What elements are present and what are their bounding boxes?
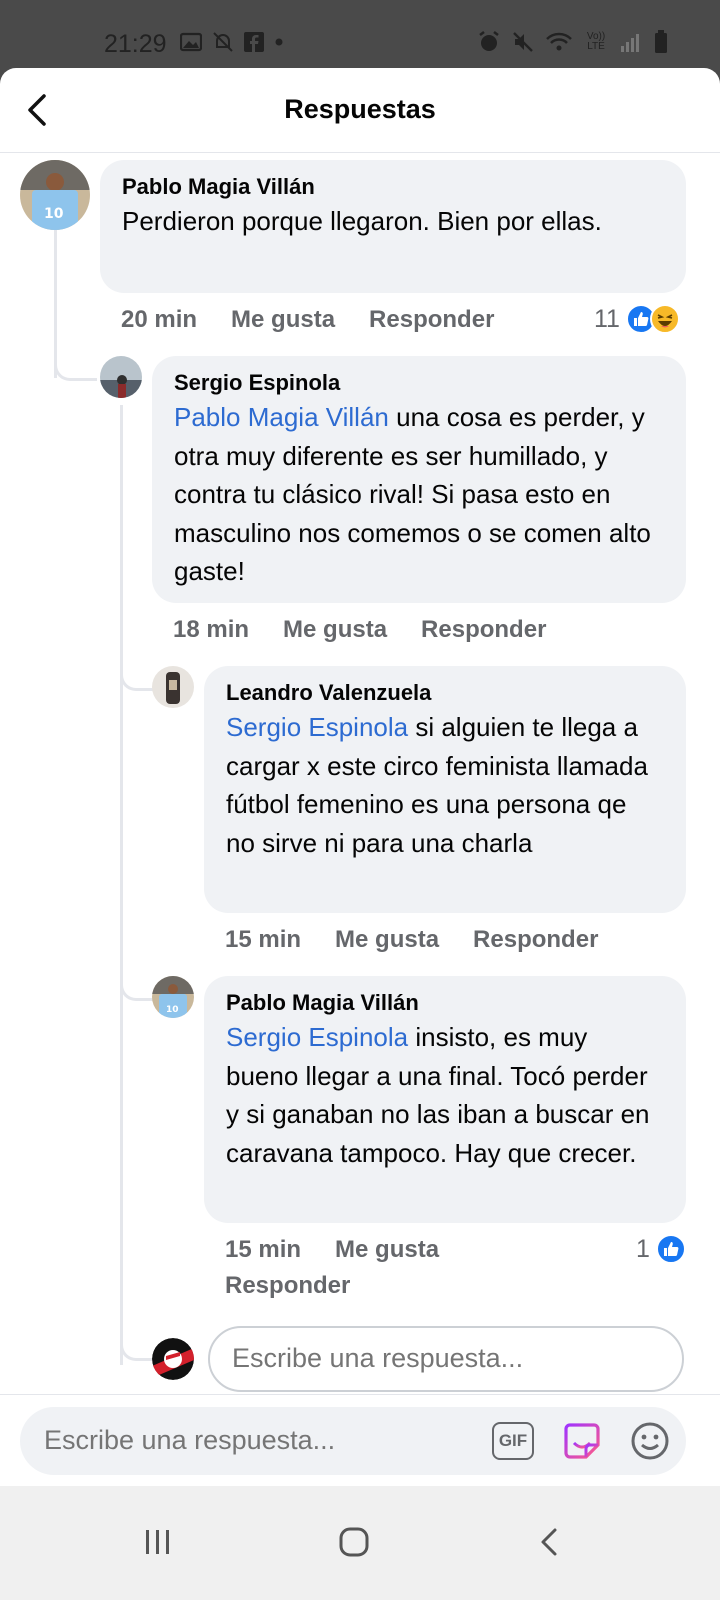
status-right-icons: Vo)) LTE <box>478 30 668 54</box>
mention-link[interactable]: Sergio Espinola <box>226 712 408 742</box>
svg-text:10: 10 <box>44 206 64 222</box>
avatar-image: 10 <box>152 976 194 1018</box>
avatar-image: 10 <box>20 160 90 230</box>
reaction-summary[interactable]: 1 <box>636 1234 686 1264</box>
comment-actions: 15 min Me gusta Responder <box>225 926 632 954</box>
comment-time[interactable]: 20 min <box>121 306 197 333</box>
header: Respuestas <box>0 68 720 153</box>
avatar[interactable]: 10 <box>152 976 194 1018</box>
comment-bubble: Pablo Magia Villán Sergio Espinola insis… <box>204 976 686 1223</box>
home-button[interactable] <box>334 1522 374 1562</box>
comment-time[interactable]: 15 min <box>225 1236 301 1263</box>
comment-bubble: Leandro Valenzuela Sergio Espinola si al… <box>204 666 686 913</box>
like-button[interactable]: Me gusta <box>231 306 335 333</box>
page-title: Respuestas <box>284 94 436 124</box>
avatar-image <box>100 356 142 398</box>
avatar[interactable] <box>152 666 194 708</box>
comment-author[interactable]: Sergio Espinola <box>174 368 664 398</box>
wifi-icon <box>546 32 572 51</box>
reply-button[interactable]: Responder <box>225 1272 350 1299</box>
recents-button[interactable] <box>138 1522 178 1562</box>
reply-button[interactable]: Responder <box>369 306 494 333</box>
emoji-icon <box>631 1422 669 1460</box>
thread-connector <box>120 666 155 691</box>
thread-line <box>120 405 123 1365</box>
comment-actions: Responder <box>225 1272 384 1300</box>
avatar-image <box>152 666 194 708</box>
comment-time[interactable]: 18 min <box>173 616 249 643</box>
status-time: 21:29 <box>104 30 167 58</box>
back-icon <box>541 1528 557 1556</box>
mention-link[interactable]: Pablo Magia Villán <box>174 402 389 432</box>
comment-author[interactable]: Pablo Magia Villán <box>122 172 664 202</box>
mute-icon <box>513 32 533 52</box>
like-button[interactable]: Me gusta <box>335 926 439 953</box>
comment-author[interactable]: Pablo Magia Villán <box>226 988 664 1018</box>
like-icon <box>655 1234 686 1264</box>
composer-bar: GIF <box>0 1394 720 1485</box>
emoji-button[interactable] <box>628 1419 672 1468</box>
alarm-icon <box>479 31 499 51</box>
facebook-icon <box>244 32 264 52</box>
status-bar: 21:29 Vo)) LTE <box>0 0 720 68</box>
like-button[interactable]: Me gusta <box>283 616 387 643</box>
haha-icon <box>649 304 680 334</box>
comment-bubble: Pablo Magia Villán Perdieron porque lleg… <box>100 160 686 293</box>
reply-input-box[interactable] <box>208 1326 684 1392</box>
mention-link[interactable]: Sergio Espinola <box>226 1022 408 1052</box>
signal-icon <box>621 34 639 52</box>
thread-connector <box>54 348 97 381</box>
reaction-summary[interactable]: 11 <box>594 304 680 334</box>
comment-actions: 18 min Me gusta Responder <box>173 616 580 644</box>
current-user-avatar <box>152 1338 194 1380</box>
comment-actions: 20 min Me gusta Responder <box>121 306 528 334</box>
notifications-off-icon <box>213 32 233 52</box>
dot-icon <box>275 38 283 46</box>
image-icon <box>180 32 202 52</box>
comment-text: Perdieron porque llegaron. Bien por ella… <box>122 206 602 236</box>
replies-sheet: Respuestas 10 Pablo Magia Villán Perdier… <box>0 68 720 1600</box>
avatar[interactable]: 10 <box>20 160 90 230</box>
composer-input[interactable] <box>42 1424 446 1457</box>
sticker-icon <box>564 1423 600 1459</box>
avatar-image <box>152 1338 194 1380</box>
battery-icon <box>655 30 667 53</box>
system-navigation-bar <box>0 1486 720 1600</box>
comment-author[interactable]: Leandro Valenzuela <box>226 678 664 708</box>
composer-field[interactable]: GIF <box>20 1407 686 1475</box>
comment-actions: 15 min Me gusta <box>225 1236 473 1264</box>
comment-text: Sergio Espinola insisto, es muy bueno ll… <box>226 1018 658 1172</box>
reply-input[interactable] <box>230 1342 654 1375</box>
reply-button[interactable]: Responder <box>421 616 546 643</box>
sticker-button[interactable] <box>560 1419 604 1468</box>
avatar[interactable] <box>100 356 142 398</box>
status-left-icons <box>180 31 284 53</box>
reaction-count: 1 <box>636 1234 650 1263</box>
gif-icon: GIF <box>498 1431 528 1450</box>
reaction-count: 11 <box>594 304 620 333</box>
comment-text: Pablo Magia Villán una cosa es perder, y… <box>174 398 654 591</box>
comment-time[interactable]: 15 min <box>225 926 301 953</box>
comment-bubble: Sergio Espinola Pablo Magia Villán una c… <box>152 356 686 603</box>
reply-button[interactable]: Responder <box>473 926 598 953</box>
like-button[interactable]: Me gusta <box>335 1236 439 1263</box>
home-icon <box>339 1527 369 1557</box>
volte-icon: Vo)) LTE <box>586 31 606 52</box>
recents-icon <box>146 1530 169 1554</box>
gif-button[interactable]: GIF <box>492 1422 534 1460</box>
thread-connector <box>120 1336 155 1361</box>
thread-connector <box>120 976 155 1001</box>
comment-text: Sergio Espinola si alguien te llega a ca… <box>226 708 658 862</box>
nav-back-button[interactable] <box>530 1522 570 1562</box>
svg-text:10: 10 <box>166 1005 179 1015</box>
